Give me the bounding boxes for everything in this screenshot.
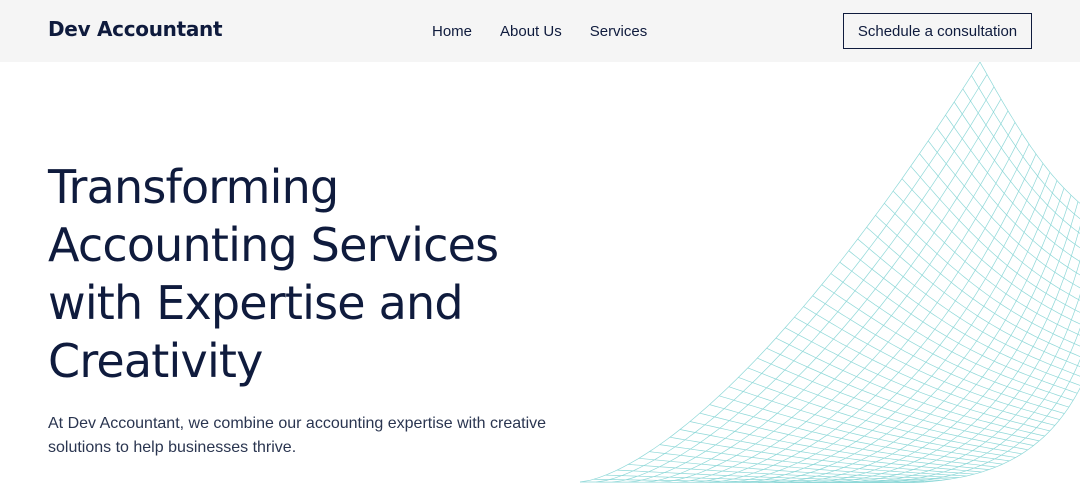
hero-subtext: At Dev Accountant, we combine our accoun… bbox=[48, 415, 547, 456]
grid-line-u bbox=[857, 238, 1080, 377]
grid-line-v bbox=[903, 387, 1080, 483]
nav-services-link[interactable]: Services bbox=[590, 22, 648, 42]
grid-line-v bbox=[612, 86, 995, 483]
grid-line-u bbox=[962, 88, 1080, 234]
headline-line-3: with Expertise and bbox=[48, 276, 464, 330]
nav-about-us-link[interactable]: About Us bbox=[500, 22, 562, 42]
headline-line-4: Creativity bbox=[48, 334, 263, 388]
grid-line-v bbox=[596, 74, 988, 483]
grid-line-u bbox=[775, 337, 1045, 437]
grid-line-v bbox=[855, 293, 1080, 483]
grid-line-u bbox=[649, 451, 959, 478]
site-header: Dev Accountant Home About Us Services Sc… bbox=[0, 0, 1080, 62]
grid-line-u bbox=[945, 114, 1080, 263]
grid-line-u bbox=[927, 140, 1080, 289]
hero-headline: Transforming Accounting Services with Ex… bbox=[48, 158, 568, 390]
grid-line-v bbox=[693, 143, 1030, 483]
grid-line-u bbox=[794, 316, 1055, 426]
grid-line-u bbox=[971, 75, 1080, 220]
brand-logo[interactable]: Dev Accountant bbox=[48, 17, 223, 41]
grid-line-v bbox=[709, 153, 1037, 483]
schedule-consultation-button[interactable]: Schedule a consultation bbox=[843, 13, 1032, 49]
headline-line-2: Accounting Services bbox=[48, 218, 499, 272]
grid-line-u bbox=[803, 306, 1060, 420]
wave-grid-graphic bbox=[560, 62, 1080, 483]
grid-line-u bbox=[738, 377, 1022, 455]
grid-line-u bbox=[953, 101, 1080, 249]
wave-grid-svg bbox=[579, 62, 1080, 483]
grid-line-u bbox=[747, 367, 1028, 451]
grid-line-v bbox=[887, 359, 1080, 483]
main-nav: Home About Us Services bbox=[432, 22, 647, 42]
grid-line-u bbox=[936, 127, 1080, 276]
nav-home-link[interactable]: Home bbox=[432, 22, 472, 42]
headline-line-1: Transforming bbox=[48, 160, 339, 214]
grid-line-v bbox=[644, 110, 1009, 483]
grid-line-v bbox=[660, 122, 1016, 483]
grid-line-u bbox=[766, 347, 1040, 442]
grid-line-v bbox=[628, 98, 1002, 483]
grid-line-u bbox=[919, 153, 1080, 301]
grid-line-u bbox=[979, 62, 1080, 204]
grid-line-u bbox=[784, 327, 1050, 432]
